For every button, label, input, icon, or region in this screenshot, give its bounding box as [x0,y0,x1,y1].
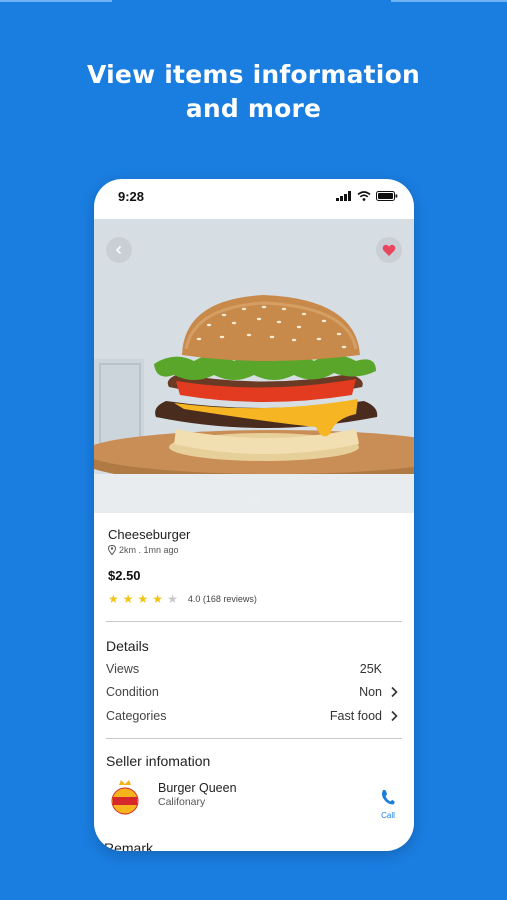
product-price: $2.50 [108,568,141,583]
detail-value: 25K [360,662,382,676]
headline-line2: and more [185,94,322,123]
status-time: 9:28 [118,189,145,204]
detail-label: Views [106,662,140,676]
chevron-left-icon [115,245,122,255]
chevron-right-icon [391,686,398,698]
detail-value: Non [359,685,398,699]
details-title: Details [106,638,149,654]
product-location-text: 2km . 1mn ago [119,545,179,555]
star-icon: ★ [137,592,149,606]
detail-row-categories[interactable]: Categories Fast food [106,709,398,723]
favorite-button[interactable] [376,237,402,263]
detail-row-views: Views 25K [106,662,398,676]
star-icon: ★ [152,592,164,606]
rating: ★ ★ ★ ★ ★ 4.0 (168 reviews) [108,593,257,605]
product-image[interactable]: 1/5 [94,219,414,513]
detail-row-condition[interactable]: Condition Non [106,685,398,699]
star-empty-icon: ★ [167,592,178,606]
battery-icon [376,191,398,201]
signal-icon [336,191,351,201]
call-button[interactable]: Call [376,789,400,820]
top-edge-line [391,0,507,2]
headline-line1: View items information [87,60,420,89]
product-name: Cheeseburger [108,527,191,542]
cheeseburger-image [94,219,414,513]
detail-value-text: 25K [359,662,382,676]
top-edge-line [0,0,112,2]
seller-name[interactable]: Burger Queen [158,781,237,795]
chevron-right-icon [391,710,398,722]
remark-title: Remark [104,840,154,851]
detail-value: Fast food [330,709,398,723]
phone-frame: 9:28 1/5 Cheeseburger 2km . 1mn ago $2.5… [94,179,414,851]
star-icon: ★ [108,592,119,606]
product-location: 2km . 1mn ago [108,545,179,555]
phone-icon [382,789,395,805]
detail-label: Condition [106,685,159,699]
location-pin-icon [108,545,116,555]
back-button[interactable] [106,237,132,263]
star-icon: ★ [122,592,134,606]
status-bar: 9:28 [94,179,414,219]
heart-icon [382,244,396,256]
divider [106,738,402,739]
status-icons [336,191,398,201]
seller-location: Califonary [158,796,206,808]
call-label: Call [381,811,395,820]
wifi-icon [357,191,371,201]
divider [106,621,402,622]
detail-value-text: Non [359,685,382,699]
image-pager: 1/5 [247,495,261,505]
rating-text: 4.0 (168 reviews) [187,594,257,604]
detail-value-text: Fast food [329,709,382,723]
detail-label: Categories [106,709,167,723]
seller-title: Seller infomation [106,753,211,769]
seller-logo [111,780,139,815]
headline: View items information and more [0,58,507,126]
